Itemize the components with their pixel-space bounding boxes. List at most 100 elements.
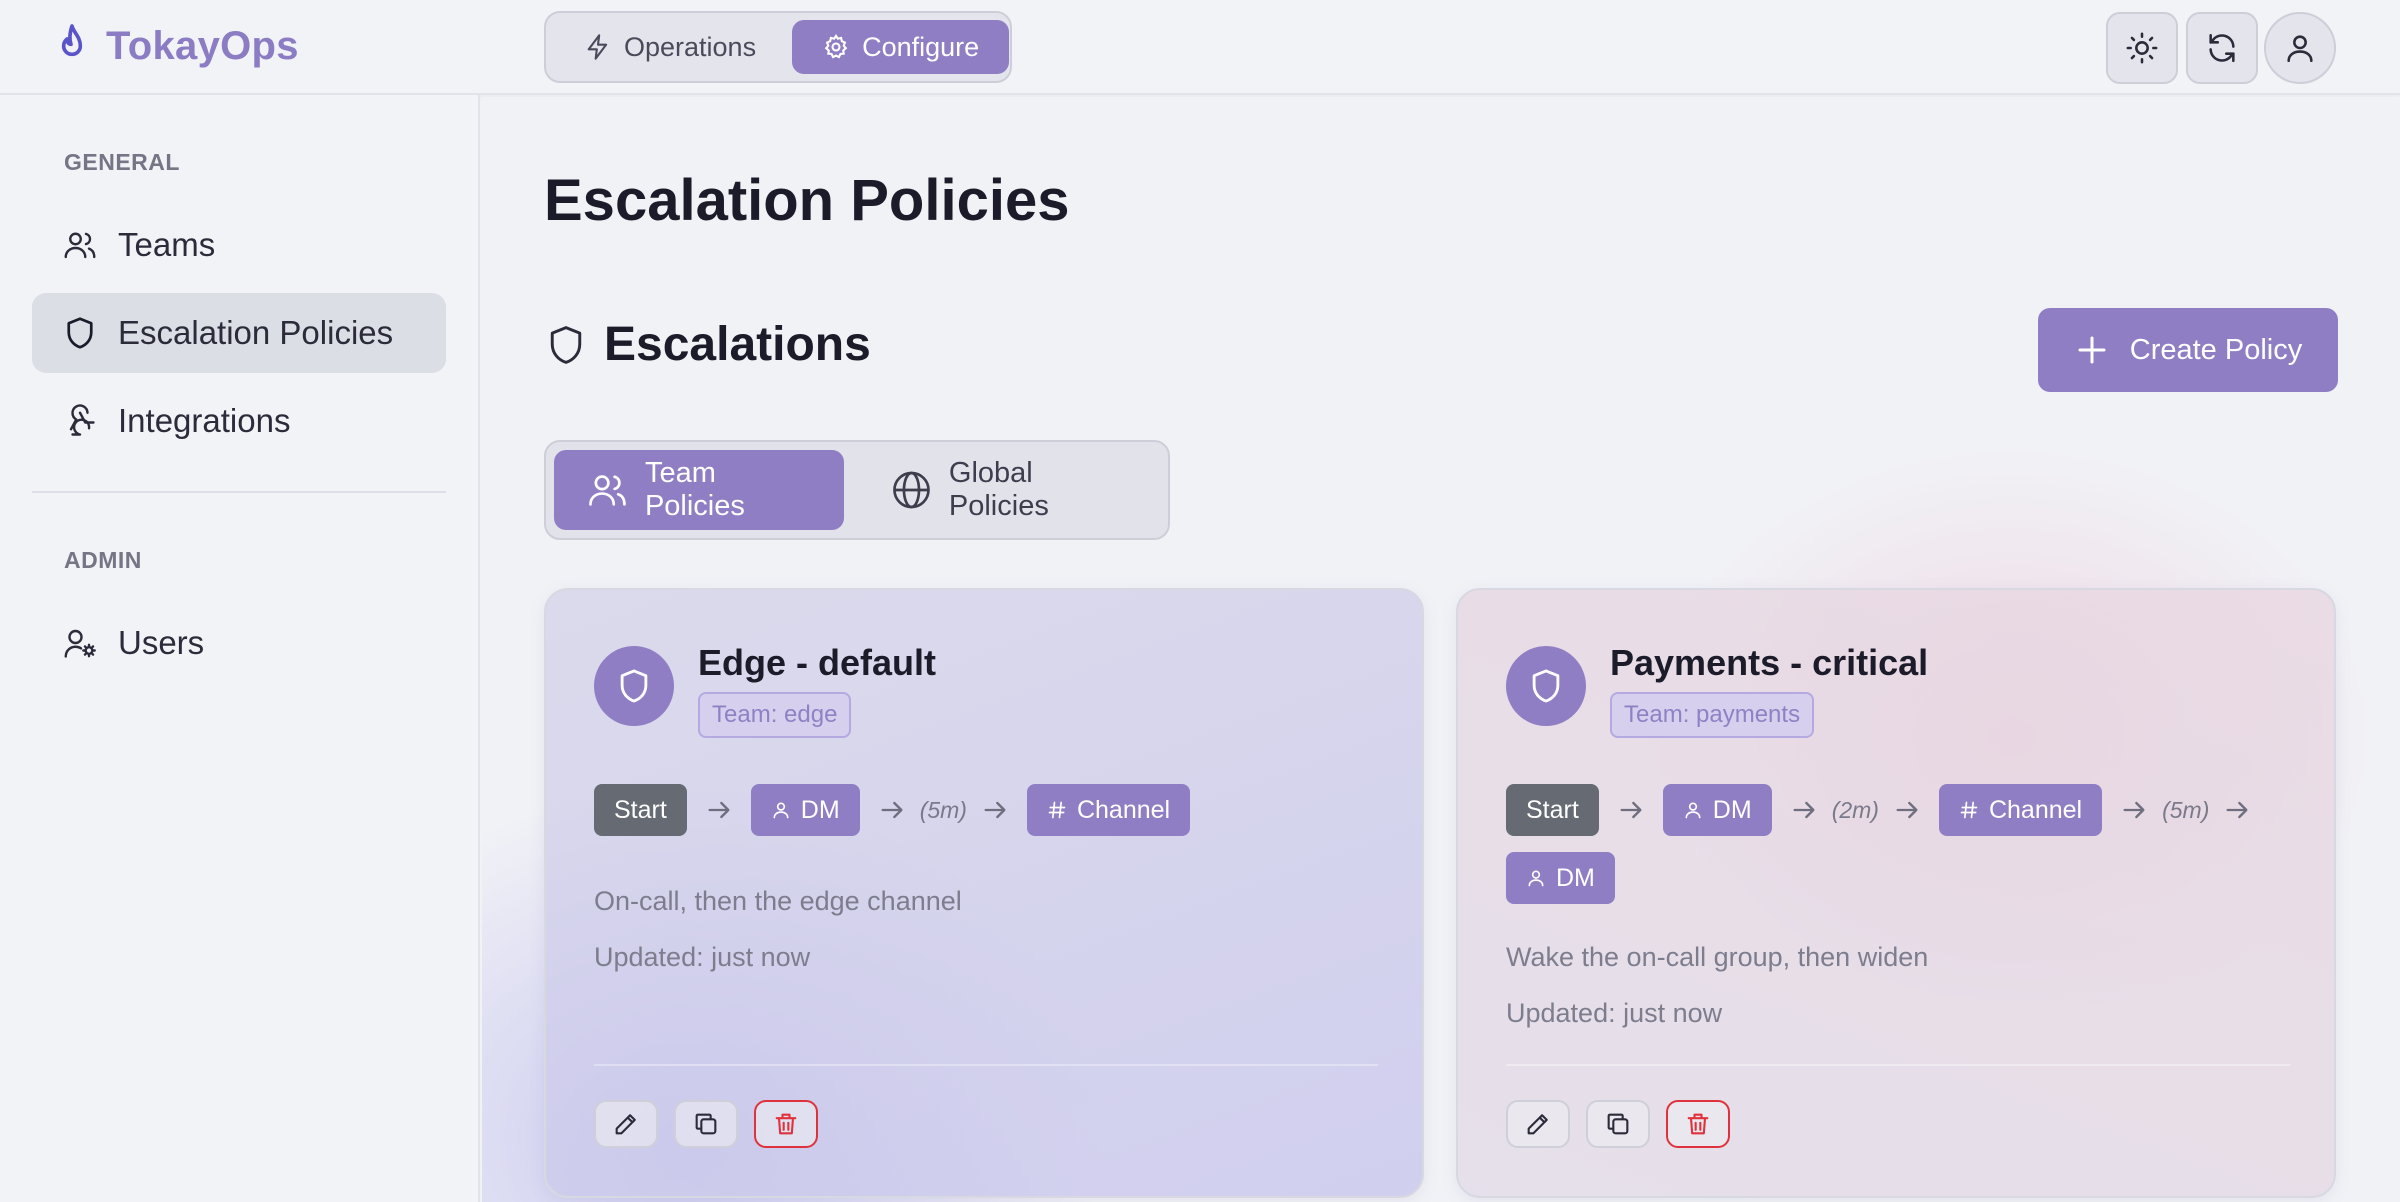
flow-delay: (2m) — [1831, 796, 1879, 823]
page-title: Escalation Policies — [544, 168, 1070, 233]
flow-step-label: DM — [1712, 795, 1752, 824]
copy-icon — [695, 1113, 717, 1135]
trash-icon — [775, 1113, 797, 1135]
shield-icon — [620, 669, 648, 703]
team-badge: Team: payments — [1610, 692, 1815, 738]
theme-toggle-button[interactable] — [2106, 12, 2178, 84]
refresh-icon — [2209, 33, 2235, 63]
pencil-icon — [615, 1114, 636, 1135]
users-icon — [589, 475, 626, 506]
mode-configure-label: Configure — [862, 31, 980, 62]
tab-label: Team Policies — [644, 457, 745, 522]
mode-operations-button[interactable]: Operations — [554, 20, 786, 74]
shield-icon — [67, 317, 93, 349]
flow-step-channel: Channel — [1026, 784, 1191, 836]
sidebar-item-teams[interactable]: Teams — [32, 205, 446, 285]
delete-button[interactable] — [1666, 1100, 1730, 1148]
flow-step-dm: DM — [1662, 784, 1772, 836]
globe-icon — [893, 471, 930, 509]
user-icon — [1685, 802, 1701, 819]
users-icon — [64, 232, 96, 259]
flow-step-channel: Channel — [1938, 784, 2103, 836]
flow-delay: (5m) — [2162, 796, 2210, 823]
create-policy-button[interactable]: Create Policy — [2038, 308, 2338, 392]
sidebar-item-label: Users — [118, 624, 205, 661]
mode-configure-button[interactable]: Configure — [792, 20, 1010, 74]
policy-card[interactable]: Payments - critical Team: payments Start… — [1456, 588, 2336, 1198]
copy-icon — [1607, 1113, 1629, 1135]
policy-description: On-call, then the edge channel — [594, 886, 962, 916]
flow-step-label: DM — [800, 795, 840, 824]
policy-updated: Updated: just now — [1506, 998, 1723, 1028]
section-title: Escalations — [604, 318, 871, 371]
policy-avatar — [594, 646, 674, 726]
sidebar-item-label: Escalation Policies — [118, 314, 394, 351]
scope-tabs: Team Policies Global Policies — [544, 440, 1170, 540]
edit-button[interactable] — [1506, 1100, 1570, 1148]
tab-global-policies[interactable]: Global Policies — [858, 450, 1160, 530]
arrow-right-icon — [881, 801, 903, 819]
create-policy-label: Create Policy — [2129, 333, 2303, 366]
webhook-icon — [69, 404, 95, 436]
flow-delay: (5m) — [919, 796, 967, 823]
flow-step-label: DM — [1556, 863, 1595, 892]
brand-name: TokayOps — [106, 23, 299, 68]
tab-label: Global Policies — [948, 457, 1049, 522]
sidebar-section-admin: ADMIN — [64, 547, 142, 573]
sidebar: GENERAL Teams Escalation Policies Integr… — [0, 95, 480, 1202]
sidebar-divider — [32, 491, 446, 493]
flow-step-dm: DM — [1506, 852, 1615, 904]
user-icon — [773, 802, 789, 819]
flow-start-chip: Start — [594, 784, 687, 836]
plus-icon — [2078, 336, 2106, 364]
arrow-right-icon — [1896, 801, 1918, 819]
hash-icon — [1048, 801, 1066, 819]
arrow-right-icon — [2226, 801, 2248, 819]
flow-step-label: Channel — [1988, 795, 2083, 824]
edit-button[interactable] — [594, 1100, 658, 1148]
policy-updated: Updated: just now — [594, 942, 811, 972]
delete-button[interactable] — [754, 1100, 818, 1148]
card-divider — [1506, 1064, 2290, 1066]
top-header: TokayOps Operations Configure — [0, 0, 2400, 95]
team-badge: Team: edge — [698, 692, 852, 738]
tab-team-policies[interactable]: Team Policies — [554, 450, 844, 530]
user-icon — [1528, 870, 1544, 887]
duplicate-button[interactable] — [1586, 1100, 1650, 1148]
shield-icon — [1532, 669, 1560, 703]
sidebar-item-escalation-policies[interactable]: Escalation Policies — [32, 293, 446, 373]
flow-step-dm: DM — [750, 784, 860, 836]
sidebar-item-label: Integrations — [118, 402, 291, 439]
arrow-right-icon — [1793, 801, 1815, 819]
arrow-right-icon — [984, 801, 1006, 819]
brand[interactable]: TokayOps — [52, 22, 299, 70]
flow-start-chip: Start — [1506, 784, 1599, 836]
escalation-flow: Start DM (5m) Channel — [594, 784, 1394, 836]
flow-step-label: Channel — [1076, 795, 1171, 824]
duplicate-button[interactable] — [674, 1100, 738, 1148]
hash-icon — [1960, 801, 1978, 819]
escalation-flow: Start DM (2m) Channel (5m) DM — [1506, 784, 2306, 904]
card-divider — [594, 1064, 1378, 1066]
sidebar-item-users[interactable]: Users — [32, 603, 446, 683]
policy-title: Payments - critical — [1610, 642, 1929, 683]
shield-icon — [550, 325, 582, 364]
pencil-icon — [1527, 1114, 1548, 1135]
trash-icon — [1687, 1113, 1709, 1135]
policy-card[interactable]: Edge - default Team: edge Start DM (5m) … — [544, 588, 1424, 1198]
arrow-right-icon — [1620, 801, 1642, 819]
arrow-right-icon — [708, 801, 730, 819]
arrow-right-icon — [2123, 801, 2145, 819]
main-content: Escalation Policies Escalations Create P… — [482, 97, 2400, 1202]
sidebar-item-integrations[interactable]: Integrations — [32, 381, 446, 461]
policy-description: Wake the on-call group, then widen — [1506, 942, 1929, 972]
sidebar-section-general: GENERAL — [64, 149, 180, 175]
user-menu-button[interactable] — [2264, 12, 2336, 84]
refresh-button[interactable] — [2186, 12, 2258, 84]
mode-switch: Operations Configure — [544, 11, 1012, 83]
policy-avatar — [1506, 646, 1586, 726]
user-icon — [2287, 35, 2313, 63]
policy-title: Edge - default — [698, 642, 937, 683]
gear-icon — [824, 34, 848, 59]
sun-icon — [2126, 32, 2158, 64]
